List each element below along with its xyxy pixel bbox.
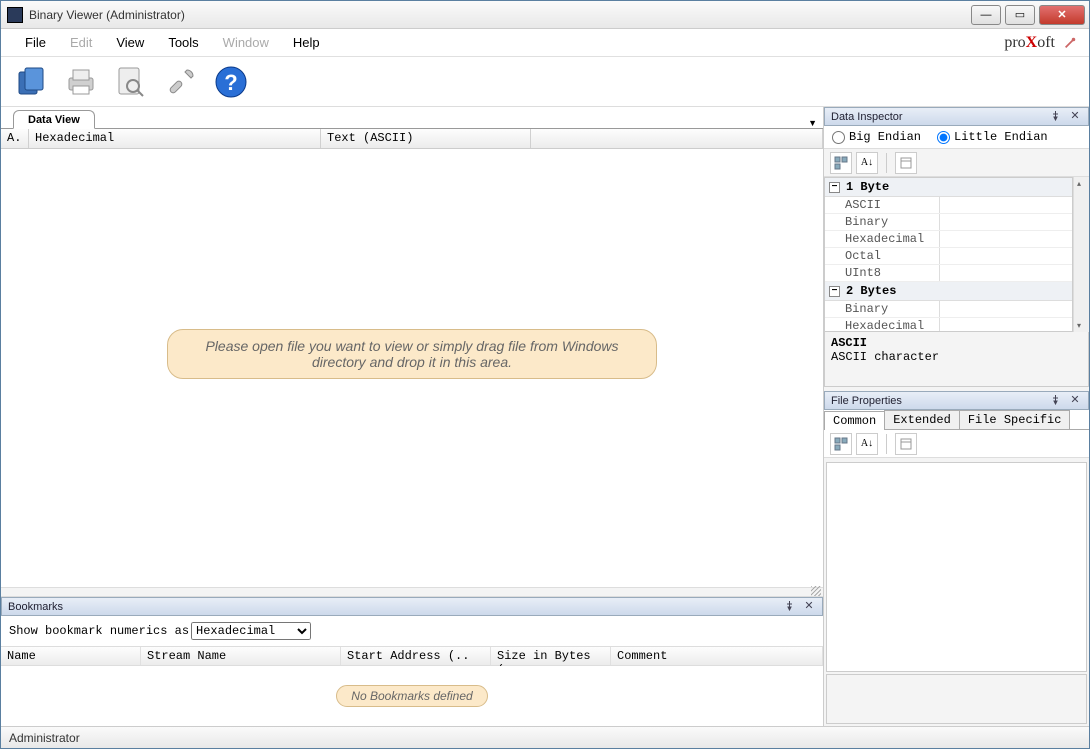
collapse-icon[interactable]: −: [829, 286, 840, 297]
bookmarks-header: Bookmarks ✕: [1, 597, 823, 616]
open-file-button[interactable]: [11, 62, 51, 102]
window-title: Binary Viewer (Administrator): [29, 8, 971, 22]
app-icon: [7, 7, 23, 23]
col-text-ascii[interactable]: Text (ASCII): [321, 129, 531, 148]
property-pages-icon[interactable]: [895, 152, 917, 174]
bm-col-stream[interactable]: Stream Name: [141, 647, 341, 665]
pg-cat-1byte[interactable]: −1 Byte: [825, 178, 1072, 197]
brand-logo: proXoft: [1004, 34, 1055, 52]
bookmark-numerics-select[interactable]: Hexadecimal: [191, 622, 311, 640]
endian-row: Big Endian Little Endian: [824, 126, 1089, 149]
right-column: Data Inspector ✕ Big Endian Little Endia…: [824, 107, 1089, 726]
window-controls: — ▭ ✕: [971, 5, 1089, 25]
pg-row: Binary: [825, 214, 1072, 231]
pg-row: Hexadecimal: [825, 231, 1072, 248]
titlebar: Binary Viewer (Administrator) — ▭ ✕: [1, 1, 1089, 29]
close-panel-icon[interactable]: ✕: [1068, 110, 1082, 124]
fileprops-tabs: Common Extended File Specific: [824, 410, 1089, 430]
bm-col-start[interactable]: Start Address (..: [341, 647, 491, 665]
scrollbar[interactable]: [1073, 177, 1089, 332]
inspector-grid[interactable]: −1 Byte ASCII Binary Hexadecimal Octal U…: [824, 177, 1073, 332]
splitter-h1[interactable]: [1, 587, 823, 597]
alphabetical-icon[interactable]: A↓: [856, 433, 878, 455]
tabstrip-dropdown-icon[interactable]: ▼: [808, 118, 817, 128]
collapse-icon[interactable]: −: [829, 182, 840, 193]
col-address[interactable]: A.: [1, 129, 29, 148]
separator: [886, 434, 887, 454]
left-column: Data View ▼ A. Hexadecimal Text (ASCII) …: [1, 107, 824, 726]
menu-edit: Edit: [58, 31, 104, 54]
settings-button[interactable]: [161, 62, 201, 102]
col-hexadecimal[interactable]: Hexadecimal: [29, 129, 321, 148]
inspector-toolbar: A↓: [824, 149, 1089, 177]
menu-tools[interactable]: Tools: [156, 31, 210, 54]
radio-big-endian[interactable]: Big Endian: [832, 130, 921, 144]
minimize-button[interactable]: —: [971, 5, 1001, 25]
fileprops-grid[interactable]: [826, 462, 1087, 672]
desc-name: ASCII: [831, 336, 1082, 350]
bookmark-numerics-label: Show bookmark numerics as: [9, 624, 189, 638]
bm-col-size[interactable]: Size in Bytes (..: [491, 647, 611, 665]
dataview-body[interactable]: Please open file you want to view or sim…: [1, 149, 823, 587]
search-button[interactable]: [111, 62, 151, 102]
tab-common[interactable]: Common: [824, 411, 885, 430]
bookmarks-panel: Bookmarks ✕ Show bookmark numerics as He…: [1, 597, 823, 726]
tab-data-view[interactable]: Data View: [13, 110, 95, 129]
inspector-description: ASCII ASCII character: [824, 332, 1089, 387]
statusbar: Administrator: [1, 726, 1089, 748]
close-button[interactable]: ✕: [1039, 5, 1085, 25]
bm-col-name[interactable]: Name: [1, 647, 141, 665]
fileprops-panel: Common Extended File Specific A↓: [824, 410, 1089, 726]
alphabetical-icon[interactable]: A↓: [856, 152, 878, 174]
pg-row: Octal: [825, 248, 1072, 265]
fileprops-title: File Properties: [831, 395, 1046, 407]
drop-hint: Please open file you want to view or sim…: [167, 329, 657, 379]
dataview-headers: A. Hexadecimal Text (ASCII): [1, 129, 823, 149]
fileprops-description: [826, 674, 1087, 724]
menu-help[interactable]: Help: [281, 31, 332, 54]
col-spacer: [531, 129, 823, 148]
status-text: Administrator: [9, 731, 80, 745]
pin-icon[interactable]: [1050, 110, 1064, 124]
menu-file[interactable]: File: [13, 31, 58, 54]
dataview-tabstrip: Data View ▼: [1, 107, 823, 129]
toolbar: ?: [1, 57, 1089, 107]
categorized-icon[interactable]: [830, 433, 852, 455]
fileprops-toolbar: A↓: [824, 430, 1089, 458]
bookmarks-body: No Bookmarks defined: [1, 666, 823, 726]
inspector-title: Data Inspector: [831, 111, 1046, 123]
bookmarks-toolbar: Show bookmark numerics as Hexadecimal: [1, 616, 823, 646]
print-button[interactable]: [61, 62, 101, 102]
fileprops-header: File Properties ✕: [824, 391, 1089, 410]
main-area: Data View ▼ A. Hexadecimal Text (ASCII) …: [1, 107, 1089, 726]
categorized-icon[interactable]: [830, 152, 852, 174]
help-button[interactable]: ?: [211, 62, 251, 102]
close-panel-icon[interactable]: ✕: [802, 600, 816, 614]
bookmarks-title: Bookmarks: [8, 601, 780, 613]
inspector-header: Data Inspector ✕: [824, 107, 1089, 126]
menu-window: Window: [211, 31, 281, 54]
close-panel-icon[interactable]: ✕: [1068, 394, 1082, 408]
tab-file-specific[interactable]: File Specific: [959, 410, 1071, 429]
pg-row: Hexadecimal: [825, 318, 1072, 332]
separator: [886, 153, 887, 173]
property-pages-icon[interactable]: [895, 433, 917, 455]
pg-cat-2bytes[interactable]: −2 Bytes: [825, 282, 1072, 301]
pin-icon[interactable]: [784, 600, 798, 614]
pg-row: ASCII: [825, 197, 1072, 214]
bookmarks-headers: Name Stream Name Start Address (.. Size …: [1, 646, 823, 666]
pg-row: UInt8: [825, 265, 1072, 282]
radio-little-endian[interactable]: Little Endian: [937, 130, 1048, 144]
bookmarks-empty-hint: No Bookmarks defined: [336, 685, 487, 707]
desc-text: ASCII character: [831, 350, 1082, 364]
svg-text:?: ?: [224, 70, 237, 95]
maximize-button[interactable]: ▭: [1005, 5, 1035, 25]
wand-icon: [1063, 36, 1077, 50]
tab-extended[interactable]: Extended: [884, 410, 960, 429]
menubar: File Edit View Tools Window Help proXoft: [1, 29, 1089, 57]
menu-view[interactable]: View: [104, 31, 156, 54]
pg-row: Binary: [825, 301, 1072, 318]
pin-icon[interactable]: [1050, 394, 1064, 408]
bm-col-comment[interactable]: Comment: [611, 647, 823, 665]
